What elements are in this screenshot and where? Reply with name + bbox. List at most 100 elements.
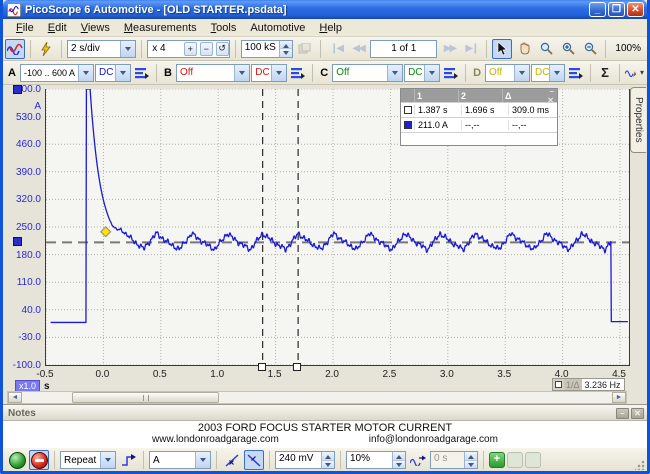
samples-spinner[interactable]: 100 kS [241, 40, 293, 58]
channel-b-state-value: Off [177, 67, 234, 78]
menu-measurements[interactable]: Measurements [117, 20, 204, 36]
zoom-in-x-button[interactable]: + [184, 42, 197, 56]
channel-b-range-select[interactable]: Off [176, 64, 250, 82]
channel-a-range-value: -100 .. 600 A [21, 68, 78, 78]
pretrigger-spinner[interactable]: 10% [346, 451, 406, 469]
scroll-track[interactable] [22, 392, 612, 403]
stop-button[interactable] [29, 450, 49, 470]
scroll-left-button[interactable]: ◄ [8, 392, 22, 403]
falling-edge-button[interactable] [244, 450, 264, 470]
zoom-out-tool-button[interactable] [580, 39, 600, 59]
channel-a-axis-marker[interactable] [13, 85, 22, 94]
channel-b-options-button[interactable] [288, 63, 308, 83]
amplitude-ruler-handle[interactable] [13, 237, 22, 246]
trigger-edge-icon [121, 454, 136, 467]
notes-title: Notes [8, 408, 36, 419]
add-measurement-button[interactable]: + [489, 452, 505, 468]
scope-view-button[interactable] [5, 39, 25, 59]
zoom-level-label: 100% [611, 43, 645, 54]
channel-d-options-button[interactable] [566, 63, 586, 83]
go-button[interactable] [7, 450, 27, 470]
buffer-overview-button[interactable] [295, 39, 315, 59]
trigger-source-select[interactable]: A [149, 451, 211, 469]
first-buffer-button[interactable]: ❙◀ [326, 39, 346, 59]
channel-d-coupling-select[interactable]: DC [531, 64, 565, 82]
ruler-legend-controls[interactable]: – ✕ [542, 87, 557, 105]
channel-c-range-select[interactable]: Off [332, 64, 403, 82]
scope-graph-area: 600.0530.0460.0390.0320.0250.0180.0110.0… [3, 85, 647, 405]
chevron-down-icon [234, 65, 249, 81]
properties-tab[interactable]: Properties [630, 87, 646, 153]
menu-tools[interactable]: Tools [204, 20, 244, 36]
minimize-button[interactable]: _ [589, 2, 606, 17]
channel-d-range-select[interactable]: Off [485, 64, 530, 82]
prev-buffer-button[interactable]: ◀◀ [348, 39, 368, 59]
trigger-delay-button[interactable] [408, 450, 428, 470]
trigger-delay-icon [410, 454, 426, 466]
channel-options-icon [135, 67, 149, 79]
channel-a-range-select[interactable]: -100 .. 600 A [20, 64, 94, 82]
time-ruler-handle-1[interactable] [258, 363, 266, 371]
last-buffer-button[interactable]: ▶❙ [461, 39, 481, 59]
menu-automotive[interactable]: Automotive [243, 20, 312, 36]
trigger-marker-button[interactable] [118, 450, 138, 470]
chevron-down-icon [115, 65, 130, 81]
menu-views[interactable]: Views [74, 20, 117, 36]
x-tick-label: 0.5 [143, 369, 177, 380]
scroll-right-button[interactable]: ► [612, 392, 626, 403]
channel-c-state-value: Off [333, 67, 387, 78]
ruler-delta-time: 309.0 ms [508, 105, 555, 115]
channel-b-coupling-select[interactable]: DC [251, 64, 287, 82]
frequency-ruler-handle[interactable] [555, 381, 562, 388]
app-icon [7, 3, 21, 17]
pointer-tool-button[interactable] [492, 39, 512, 59]
notes-minimize-button[interactable]: – [616, 408, 629, 419]
time-ruler-swatch [404, 106, 412, 114]
channel-d-coupling-value: DC [532, 67, 549, 78]
channel-c-coupling-select[interactable]: DC [404, 64, 440, 82]
channel-options-icon [291, 67, 305, 79]
zoom-out-x-button[interactable]: − [200, 42, 213, 56]
menu-edit[interactable]: Edit [41, 20, 74, 36]
buffer-index-field[interactable]: 1 of 1 [370, 40, 437, 58]
notes-close-button[interactable]: ✕ [631, 408, 644, 419]
scroll-thumb[interactable] [72, 392, 219, 403]
notes-body[interactable]: 2003 FORD FOCUS STARTER MOTOR CURRENT ww… [3, 421, 647, 448]
math-channels-button[interactable]: Σ [595, 63, 615, 83]
channel-a-options-button[interactable] [132, 63, 152, 83]
channel-d-state-value: Off [486, 67, 514, 78]
ruler-legend[interactable]: 1 2 Δ – ✕ 1.387 s 1.696 s 309.0 ms 211.0… [400, 88, 558, 146]
persistence-mode-button[interactable] [36, 39, 56, 59]
time-ruler-handle-2[interactable] [293, 363, 301, 371]
frequency-value: 3.236 Hz [582, 379, 624, 390]
x-tick-label: 0.0 [85, 369, 119, 380]
trigger-level-spinner[interactable]: 240 mV [275, 451, 335, 469]
x-tick-label: 1.0 [200, 369, 234, 380]
zoom-tool-button[interactable] [536, 39, 556, 59]
next-buffer-button[interactable]: ▶▶ [439, 39, 459, 59]
stop-icon [31, 452, 48, 469]
resize-grip[interactable] [635, 460, 645, 470]
notes-title-bar: Notes – ✕ [3, 406, 647, 421]
menu-file[interactable]: File [9, 20, 41, 36]
rising-edge-button[interactable] [222, 450, 242, 470]
hand-tool-button[interactable] [514, 39, 534, 59]
timebase-select[interactable]: 2 s/div [67, 40, 136, 58]
notes-panel: Notes – ✕ 2003 FORD FOCUS STARTER MOTOR … [3, 405, 647, 448]
channel-a-coupling-select[interactable]: DC [95, 64, 131, 82]
maximize-button[interactable]: ❐ [608, 2, 625, 17]
channel-c-options-button[interactable] [441, 63, 461, 83]
rising-edge-icon [225, 454, 239, 467]
trigger-mode-select[interactable]: Repeat [60, 451, 116, 469]
menu-help[interactable]: Help [312, 20, 349, 36]
horizontal-scrollbar[interactable]: ◄ ► [7, 391, 627, 404]
ruler1-amplitude: 211.0 A [414, 120, 461, 130]
probes-button[interactable]: ▾ [624, 63, 645, 83]
zoom-in-tool-button[interactable] [558, 39, 578, 59]
chevron-down-icon [100, 452, 115, 468]
frequency-legend[interactable]: 1/Δ 3.236 Hz [552, 378, 625, 391]
magnifier-icon [540, 42, 553, 55]
zoom-factor-control: x 4 + − ↺ [147, 40, 230, 58]
zoom-undo-button[interactable]: ↺ [216, 42, 229, 56]
close-button[interactable]: ✕ [627, 2, 644, 17]
